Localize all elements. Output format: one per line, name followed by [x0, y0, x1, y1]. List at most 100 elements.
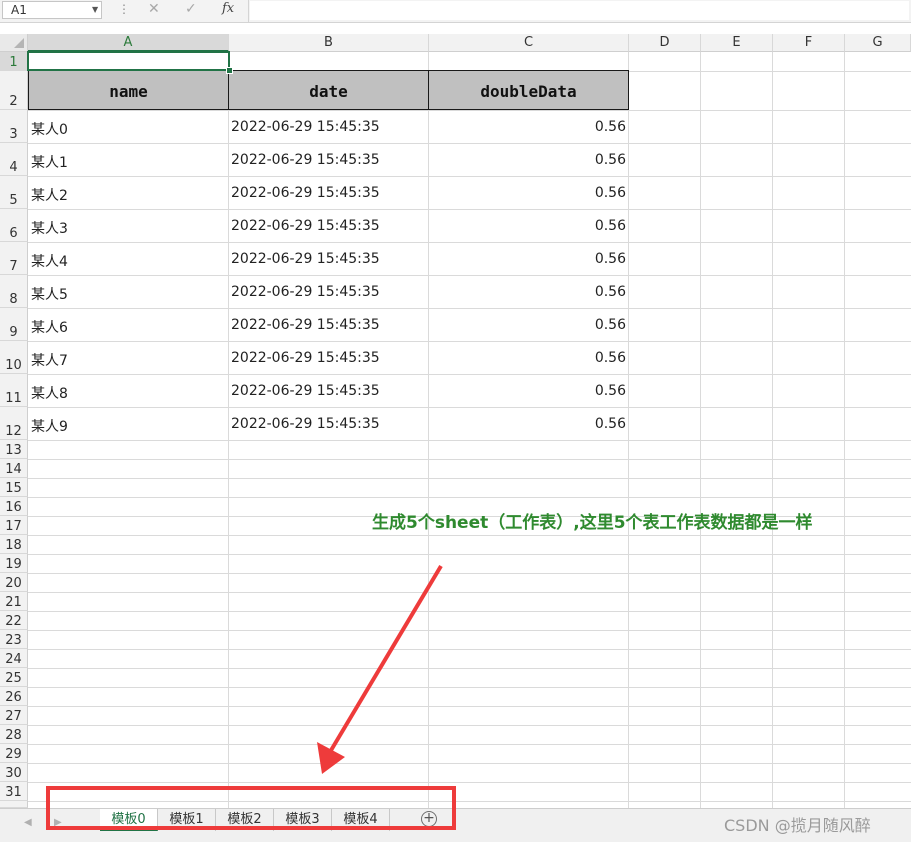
row-number: 21 [5, 595, 22, 610]
row-header[interactable]: 1 [0, 52, 28, 71]
row-header[interactable]: 3 [0, 110, 28, 143]
row-header[interactable]: 26 [0, 687, 28, 706]
cell-doubledata[interactable]: 0.56 [431, 416, 626, 432]
row-number: 13 [5, 443, 22, 458]
row-header[interactable]: 24 [0, 649, 28, 668]
row-header[interactable]: 18 [0, 535, 28, 554]
cell-name[interactable]: 某人6 [31, 317, 221, 337]
row-header[interactable]: 7 [0, 242, 28, 275]
cell-date[interactable]: 2022-06-29 15:45:35 [231, 119, 426, 135]
grid-row-line [28, 110, 911, 111]
row-number: 10 [5, 358, 22, 373]
column-header-c[interactable]: C [429, 34, 629, 52]
cell-doubledata[interactable]: 0.56 [431, 119, 626, 135]
row-number: 1 [9, 55, 18, 70]
row-header[interactable]: 8 [0, 275, 28, 308]
row-number: 2 [9, 94, 18, 109]
cell-name[interactable]: 某人1 [31, 152, 221, 172]
row-header[interactable]: 22 [0, 611, 28, 630]
row-header[interactable]: 15 [0, 478, 28, 497]
cell-doubledata[interactable]: 0.56 [431, 218, 626, 234]
cell-date[interactable]: 2022-06-29 15:45:35 [231, 317, 426, 333]
row-header[interactable]: 5 [0, 176, 28, 209]
table-header-doubledata[interactable]: doubleData [428, 70, 629, 110]
cell-name[interactable]: 某人7 [31, 350, 221, 370]
row-header[interactable]: 14 [0, 459, 28, 478]
cell-doubledata[interactable]: 0.56 [431, 317, 626, 333]
cell-date[interactable]: 2022-06-29 15:45:35 [231, 383, 426, 399]
grid-row-line [28, 341, 911, 342]
cell-doubledata[interactable]: 0.56 [431, 350, 626, 366]
row-header[interactable]: 4 [0, 143, 28, 176]
grid-row-line [28, 649, 911, 650]
cell-date[interactable]: 2022-06-29 15:45:35 [231, 350, 426, 366]
cell-doubledata[interactable]: 0.56 [431, 185, 626, 201]
row-number: 14 [5, 462, 22, 477]
row-header[interactable]: 11 [0, 374, 28, 407]
grid-row-line [28, 407, 911, 408]
cell-date[interactable]: 2022-06-29 15:45:35 [231, 218, 426, 234]
column-header-f[interactable]: F [773, 34, 845, 52]
confirm-icon[interactable]: ✓ [185, 1, 197, 17]
cancel-icon[interactable]: ✕ [148, 1, 160, 17]
cell-date[interactable]: 2022-06-29 15:45:35 [231, 416, 426, 432]
row-header[interactable] [0, 801, 28, 808]
grid-row-line [28, 275, 911, 276]
table-header-name[interactable]: name [28, 70, 229, 110]
row-header[interactable]: 17 [0, 516, 28, 535]
row-header[interactable]: 29 [0, 744, 28, 763]
chevron-down-icon[interactable]: ▼ [92, 5, 98, 14]
row-header[interactable]: 19 [0, 554, 28, 573]
grid-row-line [28, 706, 911, 707]
row-header[interactable]: 10 [0, 341, 28, 374]
row-header[interactable]: 9 [0, 308, 28, 341]
row-number: 30 [5, 766, 22, 781]
cell-name[interactable]: 某人4 [31, 251, 221, 271]
active-cell-a1[interactable] [27, 51, 230, 71]
grid-row-line [28, 687, 911, 688]
cell-doubledata[interactable]: 0.56 [431, 251, 626, 267]
column-header-d[interactable]: D [629, 34, 701, 52]
row-header[interactable]: 25 [0, 668, 28, 687]
cell-date[interactable]: 2022-06-29 15:45:35 [231, 284, 426, 300]
cell-date[interactable]: 2022-06-29 15:45:35 [231, 251, 426, 267]
function-icon[interactable]: fx [222, 1, 234, 16]
row-header[interactable]: 28 [0, 725, 28, 744]
cell-name[interactable]: 某人8 [31, 383, 221, 403]
row-header[interactable]: 20 [0, 573, 28, 592]
cell-name[interactable]: 某人9 [31, 416, 221, 436]
fill-handle[interactable] [226, 67, 233, 74]
row-header[interactable]: 6 [0, 209, 28, 242]
column-header-b[interactable]: B [229, 34, 429, 52]
column-header-e[interactable]: E [701, 34, 773, 52]
row-header[interactable]: 2 [0, 71, 28, 110]
row-header[interactable]: 12 [0, 407, 28, 440]
cell-doubledata[interactable]: 0.56 [431, 383, 626, 399]
table-header-date[interactable]: date [228, 70, 429, 110]
cell-name[interactable]: 某人0 [31, 119, 221, 139]
row-header[interactable]: 31 [0, 782, 28, 801]
more-icon: ⋮ [118, 2, 130, 16]
row-header[interactable]: 27 [0, 706, 28, 725]
cell-name[interactable]: 某人3 [31, 218, 221, 238]
cell-name[interactable]: 某人5 [31, 284, 221, 304]
cell-name[interactable]: 某人2 [31, 185, 221, 205]
row-header[interactable]: 30 [0, 763, 28, 782]
cell-date[interactable]: 2022-06-29 15:45:35 [231, 185, 426, 201]
column-header-g[interactable]: G [845, 34, 911, 52]
scroll-left-icon[interactable]: ◀ [24, 817, 32, 828]
formula-input[interactable] [250, 1, 909, 20]
cell-doubledata[interactable]: 0.56 [431, 284, 626, 300]
grid-column-line [844, 52, 845, 808]
column-header-a[interactable]: A [28, 34, 229, 52]
row-header[interactable]: 21 [0, 592, 28, 611]
grid-row-line [28, 744, 911, 745]
cell-date[interactable]: 2022-06-29 15:45:35 [231, 152, 426, 168]
row-header[interactable]: 13 [0, 440, 28, 459]
cell-doubledata[interactable]: 0.56 [431, 152, 626, 168]
grid-row-line [28, 209, 911, 210]
row-header[interactable]: 23 [0, 630, 28, 649]
name-box[interactable]: A1 [2, 1, 102, 19]
formula-bar-divider [248, 0, 249, 22]
row-header[interactable]: 16 [0, 497, 28, 516]
